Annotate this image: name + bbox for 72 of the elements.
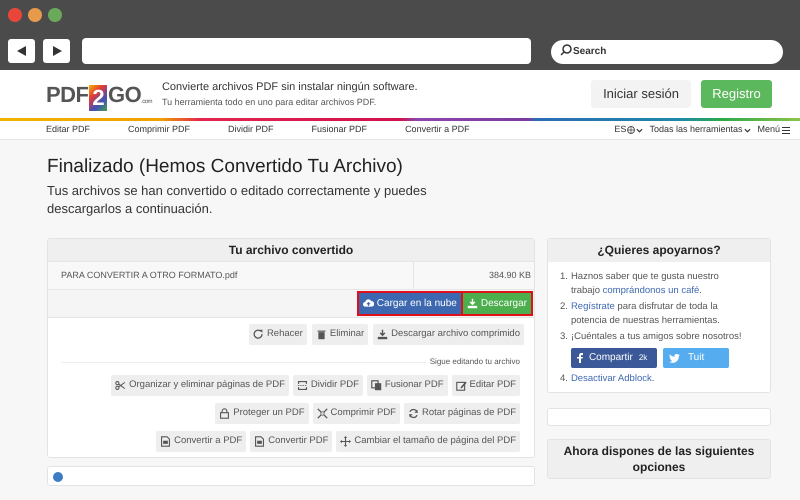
list-number: 4.	[560, 372, 568, 386]
card-heading: Ahora dispones de las siguientes opciones	[562, 443, 756, 475]
tool-button[interactable]: Convertir PDF	[250, 431, 332, 452]
card-heading: ¿Quieres apoyarnos?	[548, 239, 770, 262]
tool-button[interactable]: Cambiar el tamaño de página del PDF	[336, 431, 520, 452]
compress-icon	[316, 408, 328, 419]
tool-button[interactable]: Fusionar PDF	[366, 375, 448, 396]
continue-editing-label: Sigue editando tu archivo	[430, 356, 520, 368]
login-button[interactable]: Iniciar sesión	[591, 80, 691, 108]
lock-icon	[219, 408, 230, 419]
tool-button[interactable]: Comprimir PDF	[312, 403, 400, 424]
tool-button[interactable]: Dividir PDF	[292, 375, 363, 396]
download-icon	[466, 298, 478, 309]
upload-to-cloud-button[interactable]: Cargar en la nube	[358, 293, 461, 314]
forward-button[interactable]	[43, 39, 70, 63]
support-item-text: Haznos saber que te gusta nuestro trabajo comprándonos un café.	[570, 270, 720, 298]
card-heading: Tu archivo convertido	[48, 239, 534, 261]
move-icon	[340, 436, 352, 447]
tool-button[interactable]: Organizar y eliminar páginas de PDF	[111, 375, 289, 396]
list-number: 3.	[560, 330, 568, 344]
tool-button[interactable]: Proteger un PDF	[215, 403, 309, 424]
subtagline: Tu herramienta todo en uno para editar archivos PDF.	[162, 96, 378, 109]
support-item-text: Regístrate para disfrutar de toda la potencia de nuestras herramientas.	[570, 300, 721, 328]
tool-button[interactable]: Editar PDF	[452, 375, 520, 396]
trash-icon	[316, 329, 327, 340]
support-item-text: ¡Cuéntales a tus amigos sobre nosotros!	[570, 330, 742, 344]
nav-link[interactable]: Editar PDF	[46, 123, 90, 137]
list-number: 1.	[560, 270, 568, 284]
split-page-icon	[296, 380, 308, 391]
tool-button[interactable]: Convertir a PDF	[156, 431, 246, 452]
info-icon	[53, 472, 63, 482]
page-title: Finalizado (Hemos Convertido Tu Archivo)	[47, 155, 404, 179]
menu-icon	[782, 126, 790, 134]
search-field[interactable]: Search	[551, 40, 783, 64]
text-link[interactable]: Desactivar Adblock	[570, 373, 652, 384]
copy-icon	[370, 380, 382, 391]
all-tools-dropdown[interactable]: Todas las herramientas	[649, 123, 752, 137]
edit-icon	[456, 380, 467, 391]
page-subtitle: Tus archivos se han convertido o editado correctamente y puedes descargarlos a continuación.	[47, 182, 427, 218]
chevron-down-icon	[636, 128, 644, 132]
cloud-upload-icon	[362, 298, 374, 309]
document-icon	[160, 436, 172, 447]
download-icon	[377, 329, 388, 340]
nav-link[interactable]: Convertir a PDF	[405, 123, 470, 137]
tool-button[interactable]: Rotar páginas de PDF	[404, 403, 520, 424]
facebook-icon	[576, 353, 583, 363]
redo-icon	[252, 329, 264, 340]
scissors-icon	[115, 380, 126, 391]
rotate-icon	[408, 408, 419, 419]
support-item-text: Desactivar Adblock.	[570, 372, 654, 386]
back-button[interactable]	[8, 39, 35, 63]
language-selector[interactable]: ES	[614, 123, 644, 137]
document-icon	[254, 436, 266, 447]
action-button[interactable]: Eliminar	[312, 324, 368, 345]
menu-button[interactable]: Menú	[757, 123, 790, 137]
text-link[interactable]: comprándonos un café	[602, 285, 700, 296]
list-number: 2.	[560, 300, 568, 314]
action-button[interactable]: Descargar archivo comprimido	[373, 324, 524, 345]
globe-icon	[627, 126, 636, 134]
text-link[interactable]: Regístrate	[570, 301, 615, 312]
back-arrow-icon	[16, 46, 26, 56]
action-button[interactable]: Rehacer	[248, 324, 307, 345]
bird-icon	[668, 354, 680, 362]
nav-link[interactable]: Fusionar PDF	[312, 123, 368, 137]
chevron-down-icon	[744, 128, 752, 132]
tagline: Convierte archivos PDF sin instalar ningún software.	[162, 80, 418, 95]
nav-link[interactable]: Comprimir PDF	[128, 123, 190, 137]
file-size-cell-text: 384.90 KB	[488, 268, 532, 282]
forward-arrow-icon	[52, 46, 62, 56]
search-icon	[560, 44, 572, 56]
nav-link[interactable]: Dividir PDF	[228, 123, 274, 137]
facebook-share-button[interactable]: Compartir 2k	[570, 348, 657, 368]
